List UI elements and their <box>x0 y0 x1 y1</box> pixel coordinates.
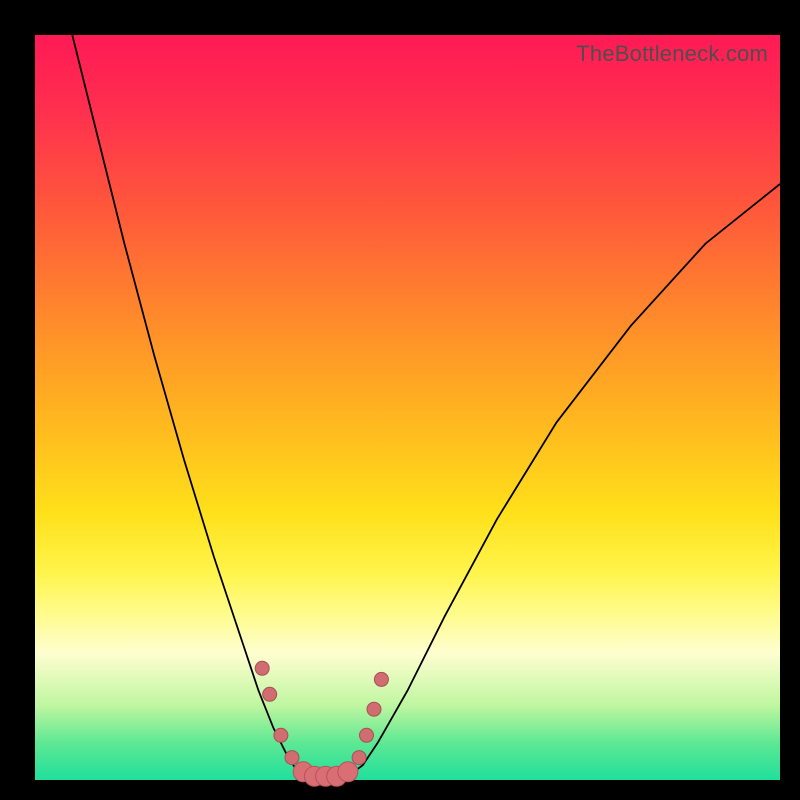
plot-area: TheBottleneck.com <box>35 35 780 780</box>
chart-frame: TheBottleneck.com <box>0 0 800 800</box>
valley-marker <box>285 751 299 765</box>
valley-markers-group <box>255 661 388 786</box>
curve-right <box>348 184 780 776</box>
valley-marker <box>338 762 358 782</box>
valley-marker <box>374 672 388 686</box>
valley-marker <box>263 687 277 701</box>
valley-marker <box>367 702 381 716</box>
valley-marker <box>255 661 269 675</box>
valley-marker <box>352 751 366 765</box>
chart-svg <box>35 35 780 780</box>
valley-marker <box>360 728 374 742</box>
valley-marker <box>274 728 288 742</box>
